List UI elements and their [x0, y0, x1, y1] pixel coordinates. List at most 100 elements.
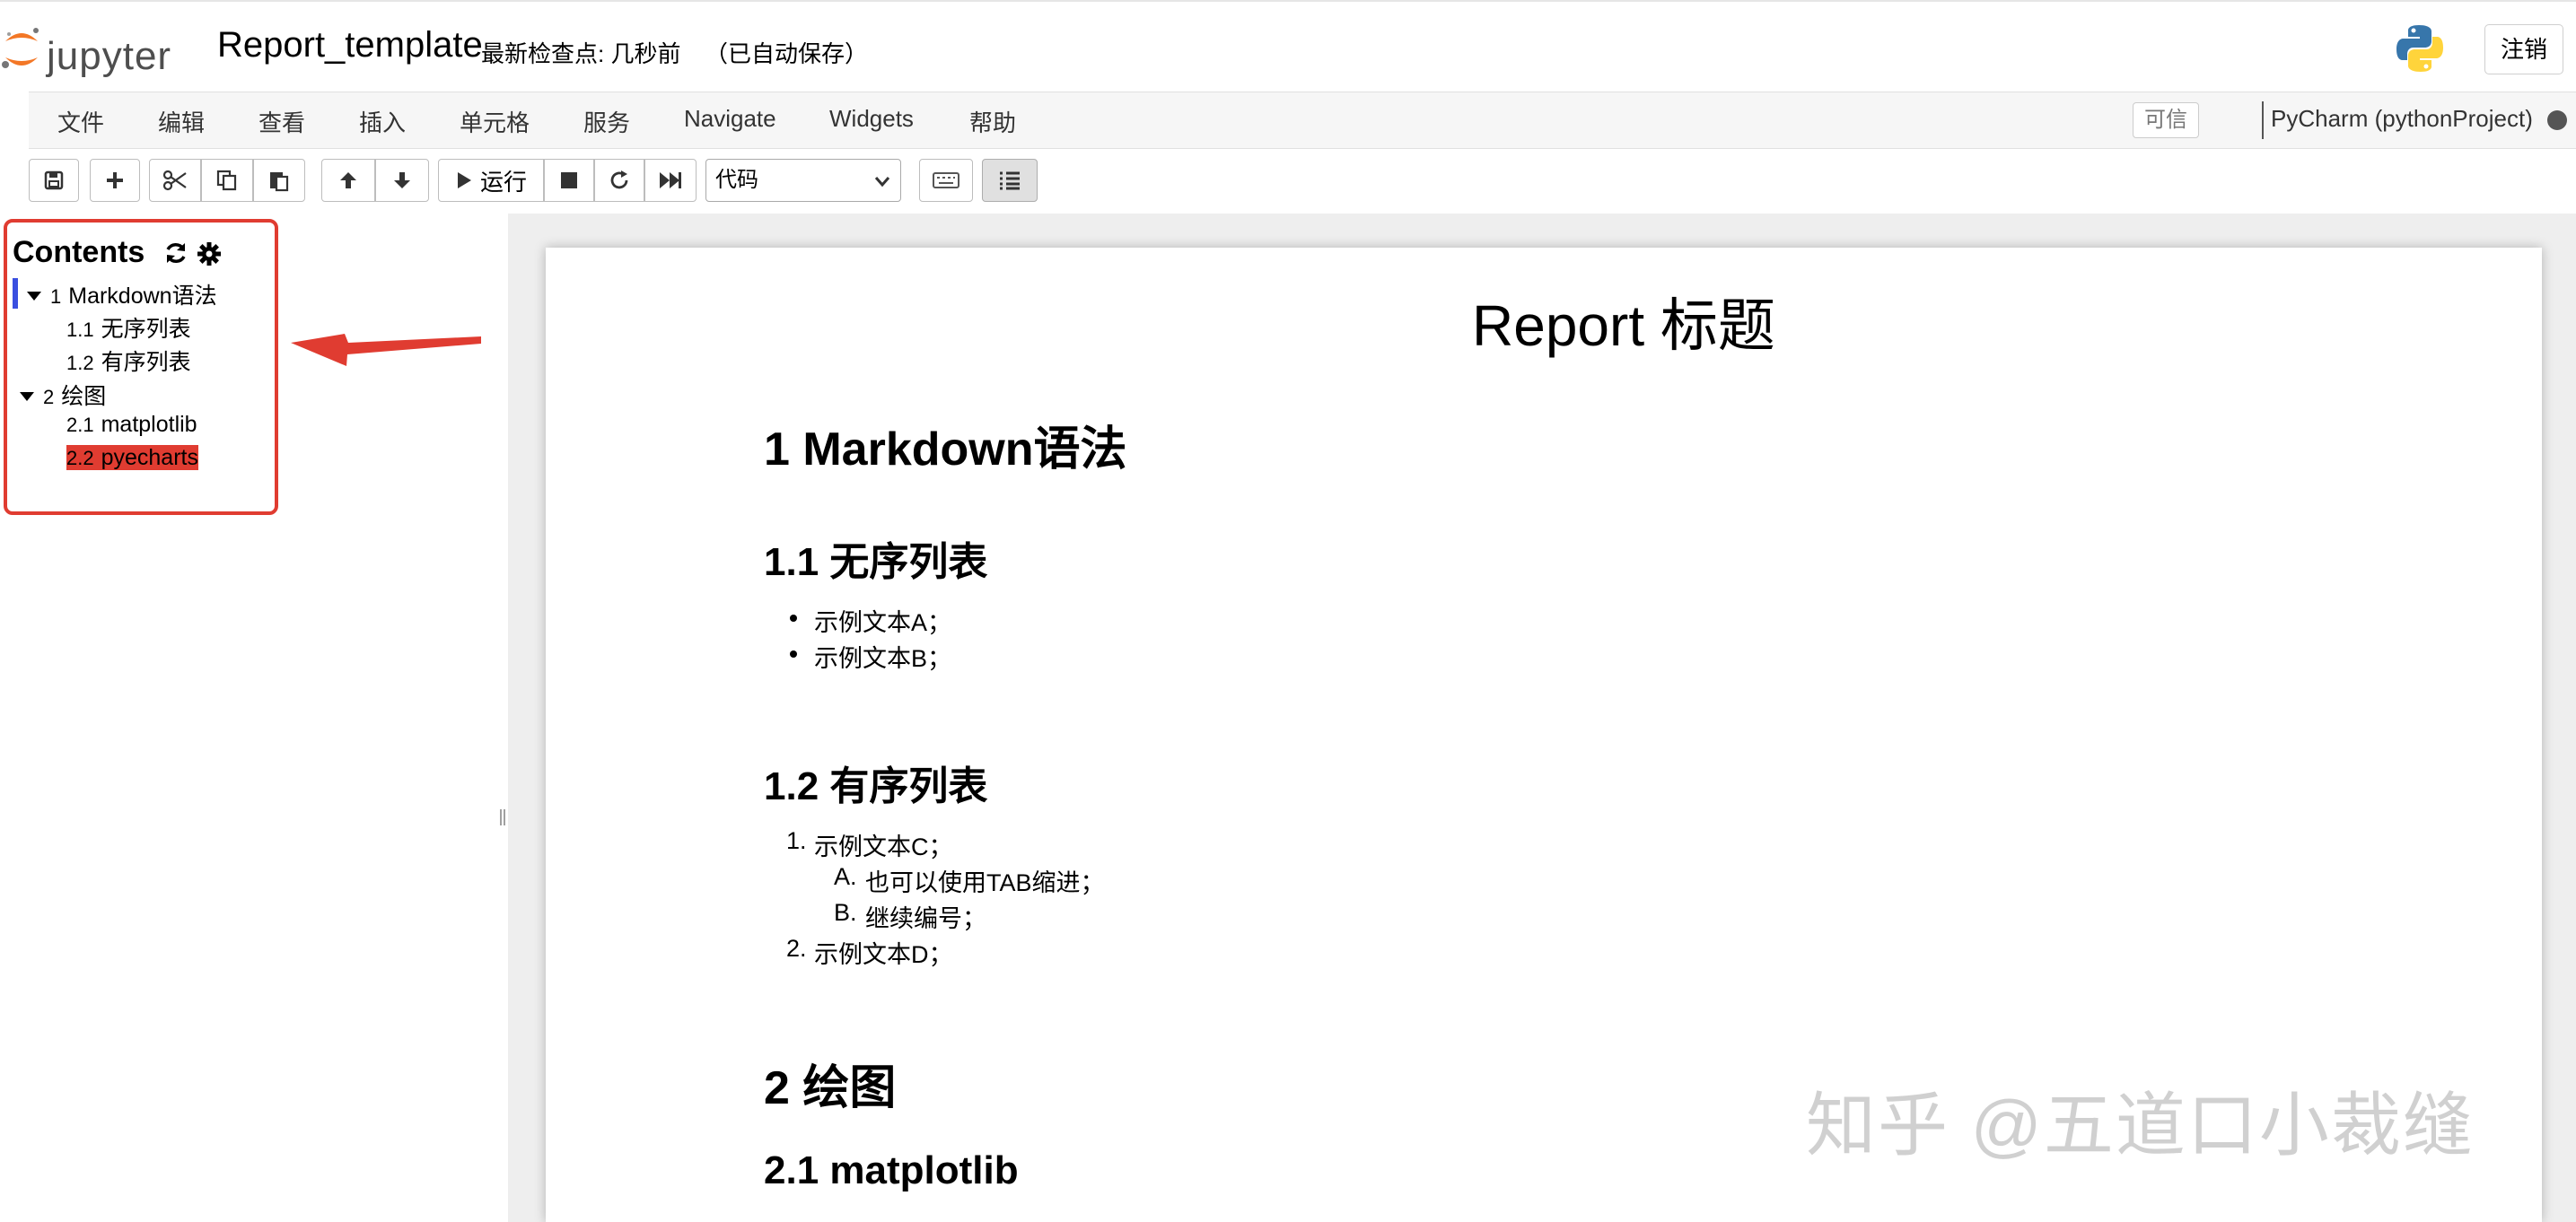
toc-item-label: Markdown语法	[68, 284, 217, 309]
list-marker: 2.	[786, 935, 807, 962]
insert-cell-button[interactable]	[90, 159, 140, 202]
caret-down-icon[interactable]	[20, 392, 34, 401]
restart-icon	[610, 170, 628, 189]
toc-item-number: 2	[43, 386, 55, 408]
toc-active-highlight: 2.2 pyecharts	[66, 445, 198, 470]
heading-plotting: 2 绘图	[764, 1062, 897, 1114]
toc-toggle-button[interactable]	[982, 159, 1038, 202]
heading-matplotlib: 2.1 matplotlib	[764, 1148, 1019, 1192]
copy-icon	[216, 170, 237, 191]
list-item: 示例文本C；	[814, 834, 953, 860]
toc-item-pyecharts[interactable]: 2.2 pyecharts	[66, 445, 198, 471]
save-button[interactable]	[29, 159, 79, 202]
list-item: 示例文本B；	[814, 645, 952, 672]
toc-item-number: 2.1	[66, 414, 94, 436]
toc-item-plotting[interactable]: 2 绘图	[20, 379, 106, 411]
menu-insert[interactable]: 插入	[359, 105, 406, 138]
arrow-down-icon	[394, 172, 410, 188]
bullet-icon	[790, 615, 797, 622]
move-up-button[interactable]	[321, 159, 375, 202]
interrupt-button[interactable]	[544, 159, 594, 202]
chevron-down-icon	[874, 177, 890, 188]
run-label: 运行	[479, 168, 527, 196]
play-icon	[457, 172, 471, 188]
toolbar: 运行 代码	[0, 149, 2576, 214]
menu-file[interactable]: 文件	[57, 105, 104, 138]
jupyter-wordmark: jupyter	[47, 34, 172, 78]
menu-help[interactable]: 帮助	[969, 105, 1016, 138]
toc-current-section-marker	[13, 278, 18, 309]
toc-item-label: matplotlib	[101, 412, 197, 437]
run-button[interactable]: 运行	[438, 159, 544, 202]
list-marker: B.	[834, 899, 857, 926]
toc-title: Contents	[13, 235, 145, 269]
menu-edit[interactable]: 编辑	[158, 105, 205, 138]
gear-icon[interactable]	[197, 242, 221, 266]
python-logo-icon	[2396, 25, 2443, 72]
stop-icon	[561, 172, 577, 188]
toc-item-number: 1.2	[66, 352, 94, 374]
arrow-up-icon	[340, 172, 356, 188]
command-palette-button[interactable]	[919, 159, 973, 202]
refresh-icon[interactable]	[163, 240, 188, 266]
list-item: 示例文本D；	[814, 941, 953, 968]
resize-handle-icon[interactable]	[499, 809, 506, 825]
heading-unordered-list: 1.1 无序列表	[764, 540, 988, 584]
menubar-gutter	[0, 92, 29, 149]
cell-type-select[interactable]: 代码	[705, 159, 901, 202]
notebook-name[interactable]: Report_template	[217, 25, 483, 65]
menu-widgets[interactable]: Widgets	[829, 105, 914, 133]
toc-item-label: 绘图	[61, 384, 107, 409]
toc-item-number: 1.1	[66, 319, 94, 341]
menu-cell[interactable]: 单元格	[460, 105, 530, 138]
logout-button[interactable]: 注销	[2484, 24, 2563, 74]
kernel-divider	[2262, 101, 2264, 139]
fast-forward-icon	[660, 172, 681, 188]
restart-button[interactable]	[594, 159, 644, 202]
trusted-indicator[interactable]: 可信	[2133, 102, 2199, 138]
jupyter-orbit-icon	[2, 28, 39, 68]
watermark: 知乎 @五道口小裁缝	[1806, 1086, 2475, 1165]
keyboard-icon	[933, 172, 959, 188]
bullet-icon	[790, 650, 797, 658]
menu-kernel[interactable]: 服务	[583, 105, 630, 138]
heading-markdown: 1 Markdown语法	[764, 423, 1127, 476]
list-item: 也可以使用TAB缩进；	[865, 869, 1105, 896]
copy-button[interactable]	[201, 159, 253, 202]
checkpoint-status: 最新检查点: 几秒前	[481, 40, 681, 67]
list-icon	[1000, 171, 1020, 190]
menubar: 文件 编辑 查看 插入 单元格 服务 Navigate Widgets 帮助 可…	[29, 92, 2576, 149]
list-item: 继续编号；	[865, 905, 986, 932]
report-title: Report 标题	[1472, 293, 1775, 358]
toc-item-ordered-list[interactable]: 1.2 有序列表	[66, 345, 191, 377]
list-marker: 1.	[786, 827, 807, 854]
cut-button[interactable]	[149, 159, 201, 202]
paste-icon	[270, 172, 289, 192]
kernel-status-indicator	[2547, 110, 2567, 130]
plus-icon	[107, 172, 123, 188]
toc-item-unordered-list[interactable]: 1.1 无序列表	[66, 311, 191, 344]
header: jupyter Report_template 最新检查点: 几秒前 （已自动保…	[0, 0, 2576, 92]
menu-navigate[interactable]: Navigate	[684, 105, 776, 133]
caret-down-icon[interactable]	[27, 292, 41, 301]
toc-item-number: 2.2	[66, 447, 94, 469]
list-marker: A.	[834, 863, 857, 890]
toc-item-number: 1	[50, 285, 62, 308]
save-icon	[44, 170, 64, 190]
toc-item-markdown[interactable]: 1 Markdown语法	[27, 278, 217, 310]
menu-view[interactable]: 查看	[258, 105, 305, 138]
toc-item-label: 无序列表	[101, 317, 191, 342]
move-down-button[interactable]	[375, 159, 429, 202]
annotation-arrow-icon	[291, 334, 481, 366]
toc-item-label: pyecharts	[101, 445, 198, 470]
autosave-status: （已自动保存）	[705, 40, 869, 67]
kernel-name[interactable]: PyCharm (pythonProject)	[2271, 105, 2533, 133]
jupyter-logo[interactable]: jupyter	[0, 22, 188, 78]
restart-run-all-button[interactable]	[644, 159, 697, 202]
toc-item-matplotlib[interactable]: 2.1 matplotlib	[66, 412, 197, 438]
toc-item-label: 有序列表	[101, 350, 191, 375]
cut-icon	[162, 170, 187, 191]
list-item: 示例文本A；	[814, 609, 952, 636]
paste-button[interactable]	[253, 159, 305, 202]
heading-ordered-list: 1.2 有序列表	[764, 764, 988, 808]
